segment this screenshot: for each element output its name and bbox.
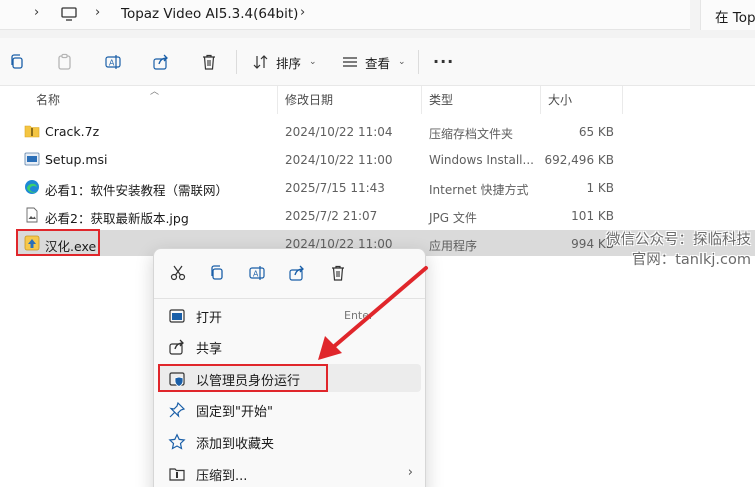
pin-icon (168, 401, 186, 419)
chevron-right-icon[interactable]: › (34, 5, 39, 20)
menu-item-shortcut: Enter (344, 309, 374, 322)
column-header-name[interactable]: 名称 (30, 86, 278, 114)
file-size: 65 KB (578, 125, 614, 139)
toolbar-divider (236, 50, 237, 74)
menu-item-label: 打开 (196, 311, 223, 326)
file-name: 必看1：软件安装教程（需联网） (45, 183, 228, 198)
delete-icon[interactable] (329, 264, 347, 282)
file-date: 2025/7/15 11:43 (285, 181, 385, 195)
file-type: 压缩存档文件夹 (429, 127, 514, 141)
menu-item-compress-to[interactable]: 压缩到... › (160, 459, 421, 487)
svg-text:A: A (109, 59, 115, 68)
menu-item-label: 固定到"开始" (196, 405, 273, 420)
chevron-right-icon[interactable]: › (300, 5, 305, 20)
menu-item-pin-to-start[interactable]: 固定到"开始" (160, 395, 421, 423)
view-button[interactable]: 查看 ⌄ (341, 52, 406, 72)
annotation-box-exe (16, 229, 100, 256)
file-date: 2024/10/22 11:00 (285, 153, 393, 167)
column-header-type[interactable]: 类型 (423, 86, 541, 114)
context-menu-divider (154, 298, 425, 299)
sort-icon (253, 55, 268, 69)
sort-button[interactable]: 排序 ⌄ (252, 52, 317, 72)
column-header-date[interactable]: 修改日期 (279, 86, 422, 114)
rename-icon[interactable]: A (248, 264, 266, 282)
copy-icon[interactable] (208, 264, 226, 282)
address-bar-region: › › Topaz Video AI5.3.4(64bit) › 在 Topa (0, 0, 755, 38)
breadcrumb-folder[interactable]: Topaz Video AI5.3.4(64bit) (121, 6, 298, 22)
more-options-button[interactable]: ··· (433, 52, 454, 71)
file-name: Crack.7z (45, 124, 100, 139)
file-size: 692,496 KB (544, 153, 614, 167)
svg-text:A: A (253, 270, 259, 279)
file-size: 101 KB (571, 209, 614, 223)
archive-folder-icon (24, 125, 40, 138)
chevron-right-icon: › (407, 465, 413, 480)
star-icon (168, 433, 186, 451)
menu-item-open[interactable]: 打开 Enter (160, 301, 421, 329)
search-placeholder: 在 Topa (715, 10, 755, 26)
menu-item-add-to-favorites[interactable]: 添加到收藏夹 (160, 427, 421, 455)
watermark-line-2: 官网：tanlkj.com (631, 252, 751, 268)
column-header-row: 名称 修改日期 类型 大小 (0, 86, 755, 114)
paste-icon[interactable] (56, 53, 74, 71)
watermark-line-1: 微信公众号：探临科技 (606, 232, 751, 248)
file-row[interactable]: 必看1：软件安装教程（需联网） 2025/7/15 11:43 Internet… (16, 174, 624, 200)
file-type: 应用程序 (429, 239, 478, 253)
file-name: 必看2：获取最新版本.jpg (45, 211, 189, 226)
sort-label: 排序 (276, 55, 302, 71)
annotation-box-run-as-admin (158, 364, 328, 392)
file-type: Windows Install... (429, 153, 534, 167)
file-row[interactable]: Setup.msi 2024/10/22 11:00 Windows Insta… (16, 146, 624, 172)
image-file-icon (26, 207, 38, 223)
share-icon (168, 338, 186, 356)
file-date: 2025/7/2 21:07 (285, 209, 378, 223)
zip-icon (168, 465, 186, 483)
installer-icon (24, 152, 40, 166)
rename-icon[interactable]: A (104, 53, 122, 71)
share-icon[interactable] (152, 53, 170, 71)
menu-item-share[interactable]: 共享 (160, 332, 421, 360)
file-name: Setup.msi (45, 152, 108, 167)
menu-item-label: 添加到收藏夹 (196, 437, 275, 452)
view-label: 查看 (365, 55, 391, 71)
command-bar: A 排序 ⌄ 查看 ⌄ ··· (0, 38, 755, 86)
menu-item-label: 共享 (196, 342, 223, 357)
menu-item-label: 压缩到... (196, 469, 248, 484)
search-input[interactable]: 在 Topa (700, 0, 755, 30)
file-row[interactable]: 必看2：获取最新版本.jpg 2025/7/2 21:07 JPG 文件 101… (16, 202, 624, 228)
file-date: 2024/10/22 11:04 (285, 125, 393, 139)
edge-shortcut-icon (25, 180, 39, 194)
view-icon (343, 57, 357, 67)
copy-icon[interactable] (8, 53, 26, 71)
chevron-down-icon: ⌄ (398, 57, 406, 67)
toolbar-divider (418, 50, 419, 74)
column-header-size[interactable]: 大小 (542, 86, 623, 114)
file-type: Internet 快捷方式 (429, 183, 529, 197)
open-icon (168, 307, 186, 325)
chevron-right-icon[interactable]: › (95, 5, 100, 20)
file-row[interactable]: Crack.7z 2024/10/22 11:04 压缩存档文件夹 65 KB (16, 118, 624, 144)
chevron-down-icon: ⌄ (309, 57, 317, 67)
cut-icon[interactable] (169, 264, 187, 282)
file-type: JPG 文件 (429, 211, 477, 225)
delete-icon[interactable] (200, 53, 218, 71)
this-pc-icon[interactable] (60, 5, 78, 23)
file-size: 1 KB (586, 181, 614, 195)
address-bar[interactable]: › › Topaz Video AI5.3.4(64bit) › (0, 0, 690, 30)
share-icon[interactable] (288, 264, 306, 282)
